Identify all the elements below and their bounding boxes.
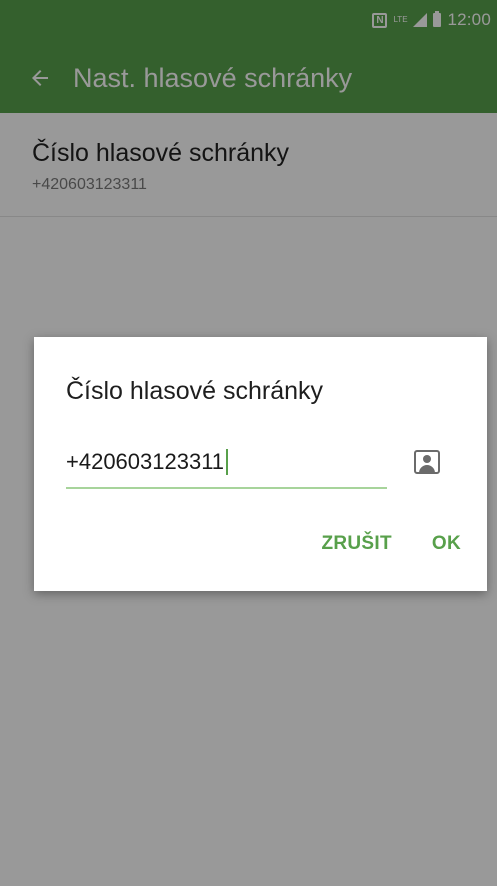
input-value-wrap: +420603123311 [66, 449, 229, 475]
cancel-button[interactable]: ZRUŠIT [321, 533, 391, 555]
dialog-title: Číslo hlasové schránky [66, 377, 324, 405]
voicemail-number-input[interactable]: +420603123311 [66, 437, 387, 489]
text-cursor [226, 449, 229, 475]
dialog-actions: ZRUŠIT OK [321, 533, 461, 555]
contact-shoulders-shape [419, 465, 435, 472]
contact-head-shape [423, 455, 431, 463]
voicemail-number-dialog: Číslo hlasové schránky +420603123311 ZRU… [34, 337, 487, 591]
ok-button[interactable]: OK [432, 533, 461, 555]
voicemail-settings-screen: Číslo hlasové schránky +420603123311 N L… [0, 0, 497, 886]
voicemail-number-value: +420603123311 [66, 449, 225, 474]
contact-picker-icon[interactable] [414, 450, 440, 474]
